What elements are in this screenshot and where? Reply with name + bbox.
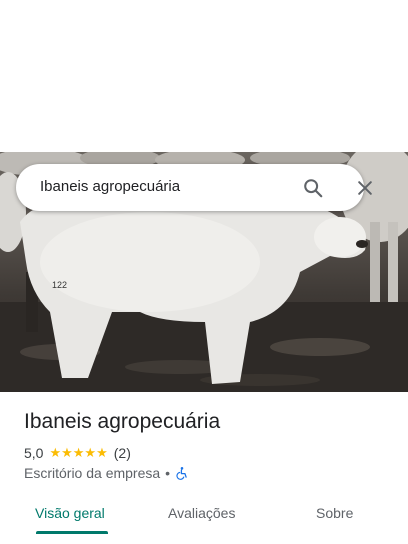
rating-stars: ★★★★★ <box>49 445 108 460</box>
place-tabs: Visão geral Avaliações Sobre <box>0 498 408 538</box>
rating-row[interactable]: 5,0 ★★★★★ (2) <box>24 445 131 461</box>
place-title: Ibaneis agropecuária <box>24 410 221 433</box>
search-bar[interactable]: Ibaneis agropecuária <box>16 164 372 211</box>
search-button[interactable] <box>300 175 326 201</box>
review-count[interactable]: (2) <box>114 445 131 461</box>
category-row: Escritório da empresa • <box>24 465 189 481</box>
tab-sobre[interactable]: Sobre <box>316 505 353 521</box>
svg-text:122: 122 <box>52 280 67 290</box>
tab-visao-geral[interactable]: Visão geral <box>35 505 105 521</box>
wheelchair-icon[interactable] <box>175 466 189 480</box>
active-tab-indicator <box>36 531 108 534</box>
separator-dot: • <box>165 465 171 481</box>
search-input[interactable]: Ibaneis agropecuária <box>40 178 180 195</box>
close-icon <box>358 181 372 195</box>
rating-value: 5,0 <box>24 445 44 461</box>
close-button[interactable] <box>352 175 378 201</box>
place-category[interactable]: Escritório da empresa <box>24 465 160 481</box>
search-icon <box>304 179 323 198</box>
tab-avaliacoes[interactable]: Avaliações <box>168 505 235 521</box>
